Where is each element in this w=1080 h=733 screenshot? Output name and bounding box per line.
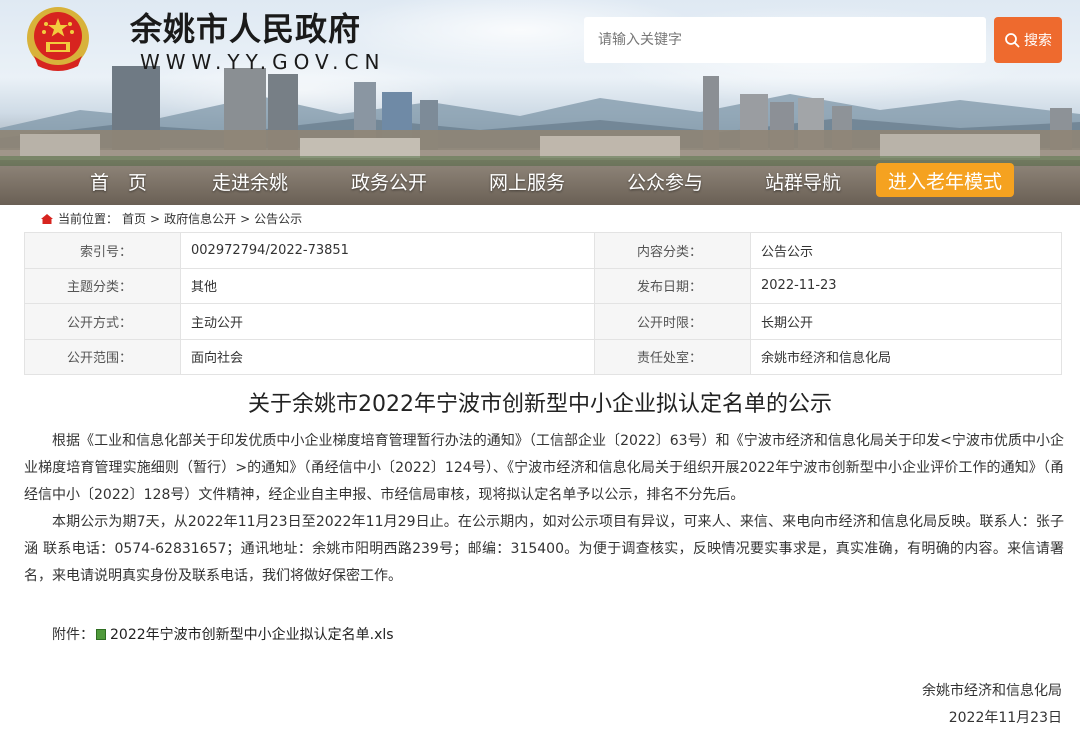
national-emblem-icon	[27, 7, 89, 71]
meta-value-responsible-dept: 余姚市经济和信息化局	[750, 338, 1062, 375]
nav-item-home[interactable]: 首 页	[90, 168, 147, 195]
breadcrumb-separator: >	[240, 211, 251, 226]
attachment-label: 附件：	[52, 627, 94, 643]
table-row: 公开方式： 主动公开 公开时限： 长期公开	[24, 303, 1062, 340]
meta-label-topic: 主题分类：	[24, 267, 181, 304]
nav-item-gov-affairs[interactable]: 政务公开	[351, 168, 427, 195]
search-icon	[1005, 33, 1020, 48]
meta-value-disclosure-mode: 主动公开	[180, 303, 595, 340]
article-paragraph: 根据《工业和信息化部关于印发优质中小企业梯度培育管理暂行办法的通知》（工信部企业…	[24, 433, 1064, 503]
nav-item-public-participation[interactable]: 公众参与	[627, 168, 703, 195]
attachment-link[interactable]: 2022年宁波市创新型中小企业拟认定名单.xls	[110, 624, 394, 644]
signature-organization: 余姚市经济和信息化局	[922, 683, 1062, 699]
meta-label-disclosure-mode: 公开方式：	[24, 303, 181, 340]
nav-item-about-yuyao[interactable]: 走进余姚	[212, 168, 288, 195]
home-icon	[41, 213, 53, 224]
meta-label-disclosure-term: 公开时限：	[594, 303, 751, 340]
meta-label-responsible-dept: 责任处室：	[594, 338, 751, 375]
site-title: 余姚市人民政府	[130, 10, 362, 48]
signature-date: 2022年11月23日	[948, 710, 1062, 726]
breadcrumb-separator: >	[150, 211, 161, 226]
table-row: 索引号： 002972794/2022-73851 内容分类： 公告公示	[24, 232, 1062, 269]
meta-value-index: 002972794/2022-73851	[180, 232, 595, 269]
table-row: 主题分类： 其他 发布日期： 2022-11-23	[24, 267, 1062, 304]
search-button-label: 搜索	[1024, 33, 1052, 49]
meta-value-category: 公告公示	[750, 232, 1062, 269]
search-button[interactable]: 搜索	[994, 17, 1062, 63]
attachment: 附件： 2022年宁波市创新型中小企业拟认定名单.xls	[52, 624, 394, 644]
search-input[interactable]	[584, 17, 986, 63]
meta-value-disclosure-term: 长期公开	[750, 303, 1062, 340]
site-domain: WWW.YY.GOV.CN	[140, 50, 386, 74]
breadcrumb-home[interactable]: 首页	[122, 210, 146, 227]
excel-file-icon	[96, 628, 106, 640]
meta-label-disclosure-scope: 公开范围：	[24, 338, 181, 375]
article-title: 关于余姚市2022年宁波市创新型中小企业拟认定名单的公示	[248, 392, 832, 417]
nav-item-online-service[interactable]: 网上服务	[489, 168, 565, 195]
meta-value-topic: 其他	[180, 267, 595, 304]
breadcrumb: 当前位置： 首页 > 政府信息公开 > 公告公示	[40, 210, 302, 227]
meta-label-category: 内容分类：	[594, 232, 751, 269]
breadcrumb-prefix: 当前位置：	[58, 212, 119, 226]
breadcrumb-gov-info[interactable]: 政府信息公开	[164, 210, 236, 227]
article-paragraph: 本期公示为期7天，从2022年11月23日至2022年11月29日止。在公示期内…	[24, 514, 1064, 584]
meta-value-disclosure-scope: 面向社会	[180, 338, 595, 375]
meta-label-publish-date: 发布日期：	[594, 267, 751, 304]
info-meta-table: 索引号： 002972794/2022-73851 内容分类： 公告公示 主题分…	[24, 232, 1062, 375]
breadcrumb-announcement[interactable]: 公告公示	[254, 210, 302, 227]
elder-mode-button[interactable]: 进入老年模式	[876, 163, 1014, 197]
meta-value-publish-date: 2022-11-23	[750, 267, 1062, 304]
table-row: 公开范围： 面向社会 责任处室： 余姚市经济和信息化局	[24, 338, 1062, 375]
meta-label-index: 索引号：	[24, 232, 181, 269]
article-body: 根据《工业和信息化部关于印发优质中小企业梯度培育管理暂行办法的通知》（工信部企业…	[24, 428, 1064, 590]
nav-item-site-navigation[interactable]: 站群导航	[765, 168, 841, 195]
